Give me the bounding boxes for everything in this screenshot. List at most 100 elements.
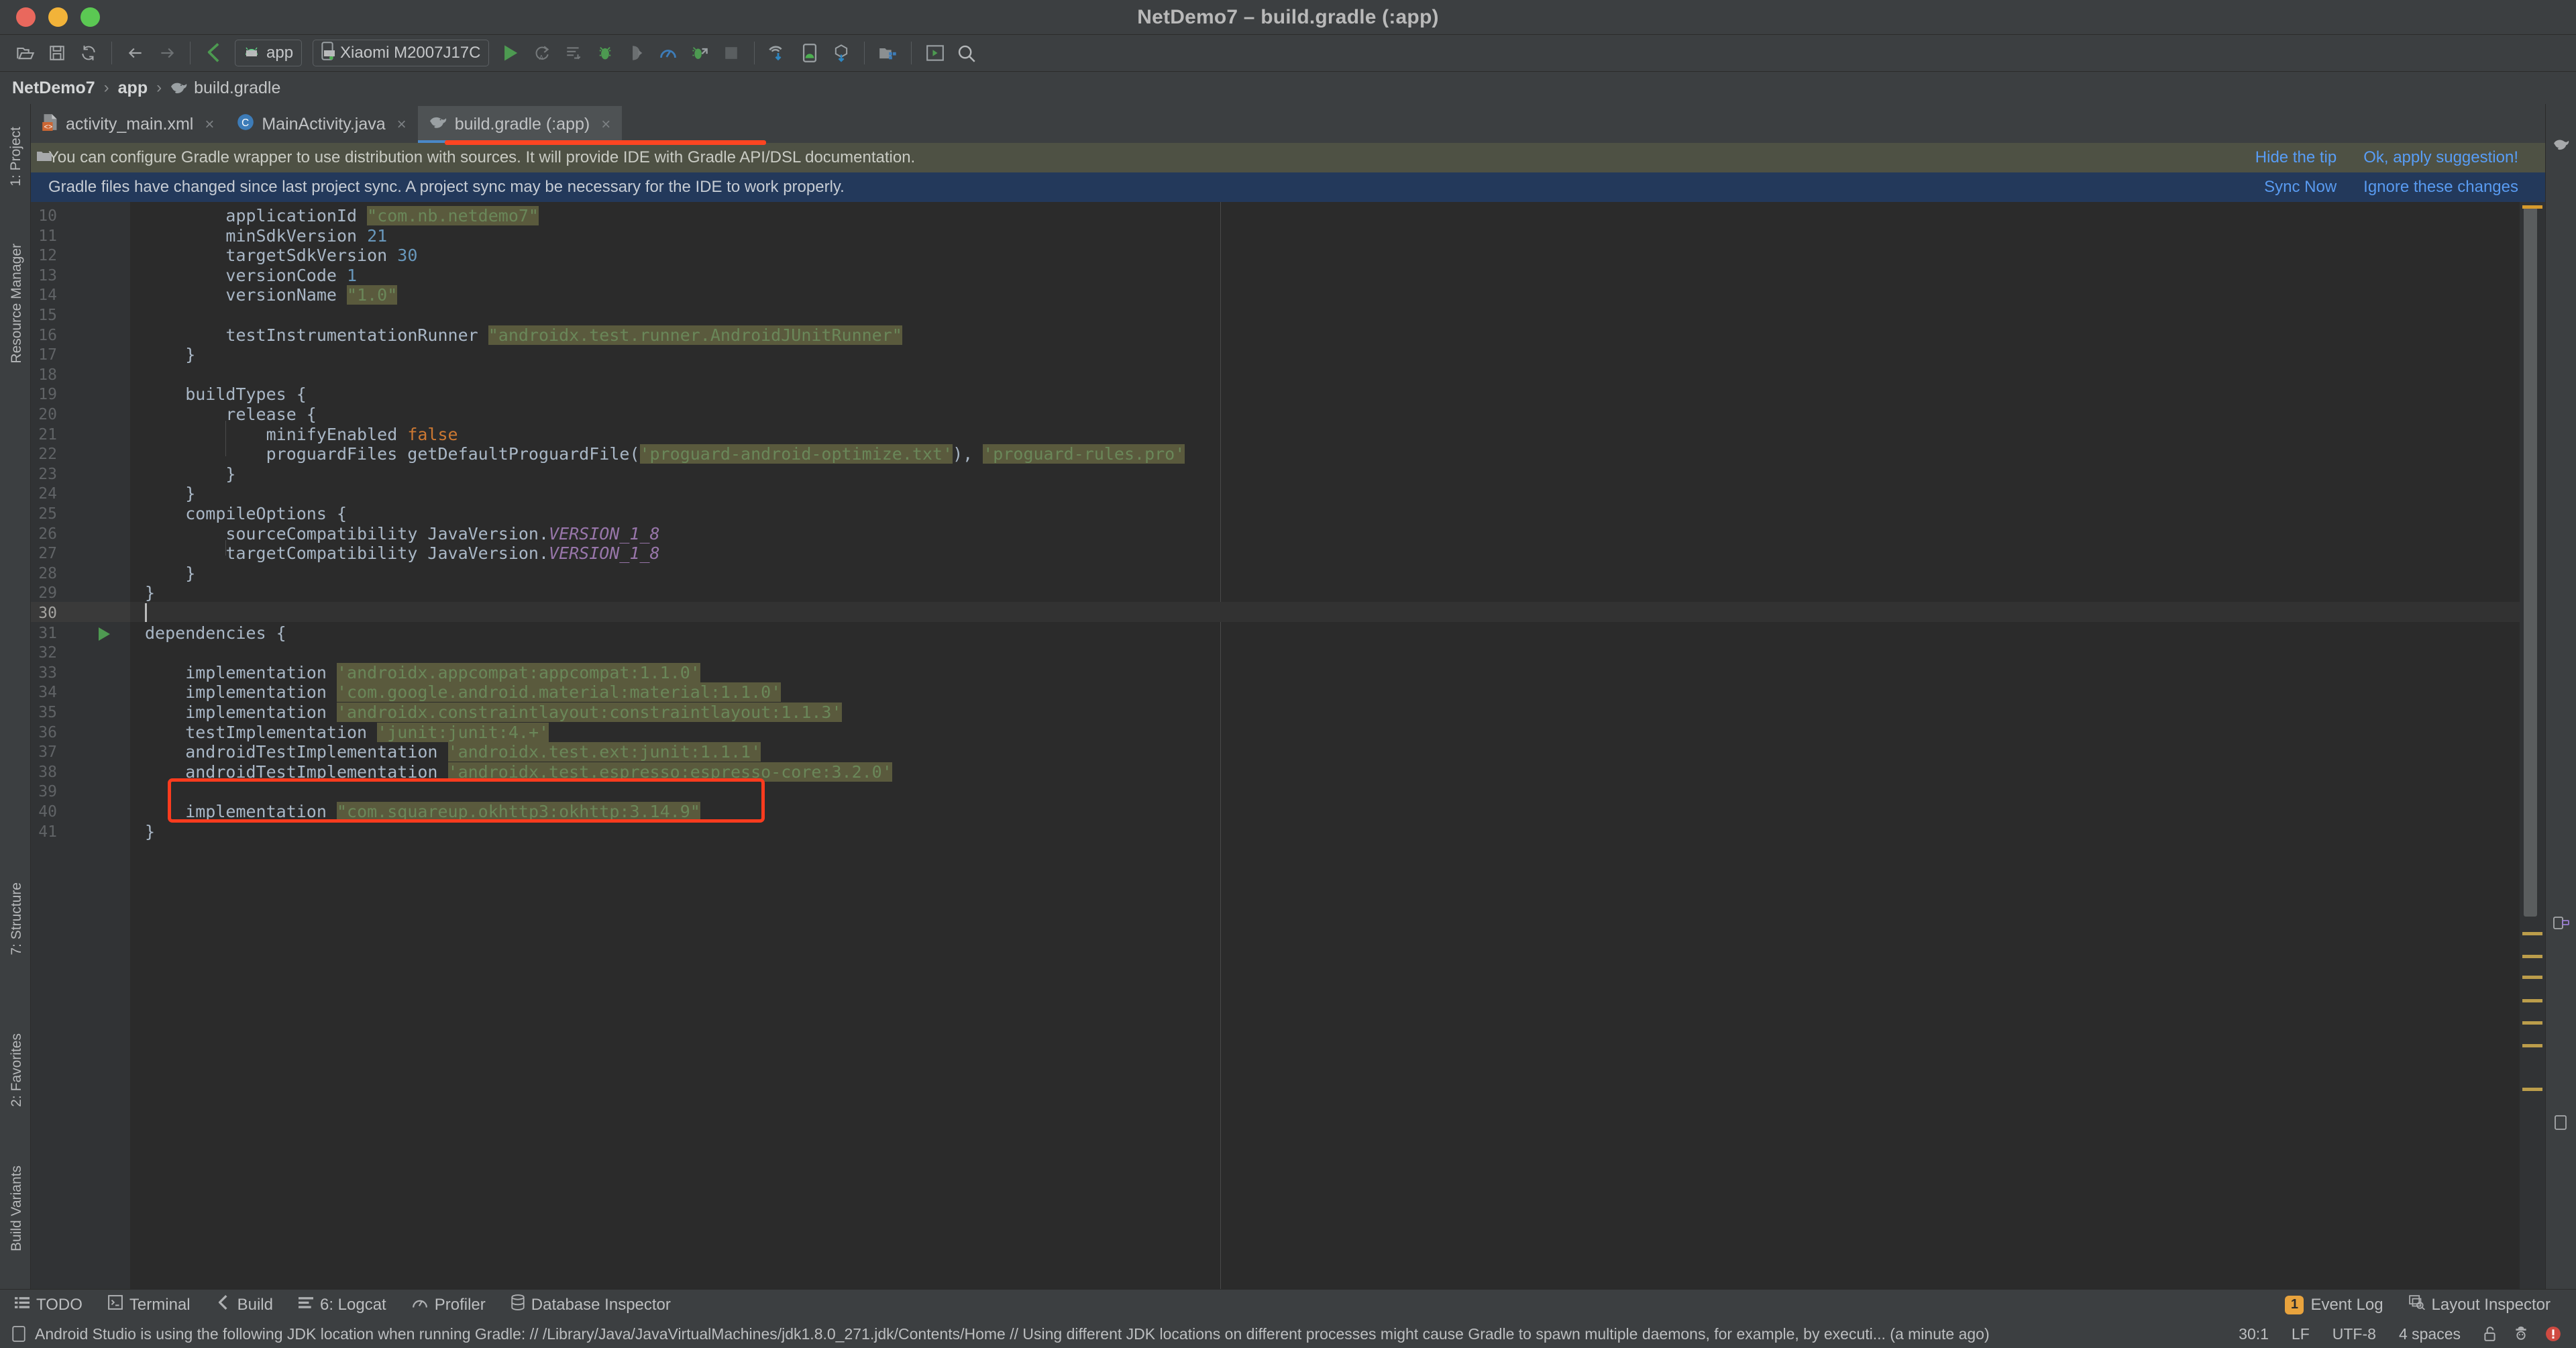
sidebar-item-project[interactable]: 1: Project bbox=[0, 127, 52, 187]
editor-gutter[interactable]: 10 11 12 13 14 15 16 17 18 19 20 21 22 23 24 25 26 27 28 29… bbox=[31, 202, 141, 1289]
hector-inspection-icon[interactable] bbox=[2514, 1326, 2528, 1342]
close-icon[interactable]: × bbox=[397, 115, 407, 134]
sdk-manager-icon[interactable] bbox=[825, 38, 857, 69]
code-line[interactable]: buildTypes { bbox=[185, 384, 307, 405]
code-line[interactable]: minifyEnabled false bbox=[266, 425, 458, 445]
warning-marker[interactable] bbox=[2522, 1044, 2542, 1047]
code-line[interactable]: } bbox=[185, 564, 195, 584]
code-line[interactable]: targetSdkVersion 30 bbox=[225, 246, 417, 266]
run-anything-icon[interactable] bbox=[919, 38, 951, 69]
search-icon[interactable] bbox=[951, 38, 982, 69]
gradle-sync-icon[interactable] bbox=[762, 38, 794, 69]
run-icon[interactable] bbox=[494, 38, 526, 69]
bottom-tool-database-inspector[interactable]: Database Inspector bbox=[511, 1294, 671, 1315]
project-structure-icon[interactable] bbox=[872, 38, 904, 69]
code-line[interactable]: versionName "1.0" bbox=[225, 285, 398, 305]
memory-indicator-icon[interactable] bbox=[12, 1326, 25, 1342]
bottom-tool-build[interactable]: Build bbox=[216, 1294, 273, 1315]
warning-marker[interactable] bbox=[2522, 1088, 2542, 1091]
sync-icon[interactable] bbox=[72, 38, 104, 69]
warning-marker[interactable] bbox=[2522, 955, 2542, 958]
bottom-tool-terminal[interactable]: Terminal bbox=[108, 1295, 191, 1314]
code-line[interactable]: testInstrumentationRunner "androidx.test… bbox=[225, 325, 902, 346]
debug-icon[interactable] bbox=[589, 38, 621, 69]
warning-marker[interactable] bbox=[2522, 999, 2542, 1002]
code-line[interactable]: dependencies { bbox=[145, 623, 286, 643]
code-line[interactable]: sourceCompatibility JavaVersion.VERSION_… bbox=[225, 524, 659, 544]
code-line[interactable]: compileOptions { bbox=[185, 504, 347, 524]
hide-the-tip-link[interactable]: Hide the tip bbox=[2255, 148, 2337, 167]
code-line[interactable]: proguardFiles getDefaultProguardFile('pr… bbox=[266, 444, 1185, 464]
save-all-icon[interactable] bbox=[41, 38, 72, 69]
sidebar-item-structure[interactable]: 7: Structure bbox=[0, 882, 52, 955]
back-arrow-icon[interactable] bbox=[119, 38, 151, 69]
apply-changes-icon[interactable]: A bbox=[526, 38, 557, 69]
code-line[interactable]: applicationId "com.nb.netdemo7" bbox=[225, 206, 539, 226]
close-icon[interactable]: × bbox=[205, 115, 214, 134]
sidebar-item-gradle[interactable]: Gradle bbox=[2546, 124, 2576, 166]
code-line[interactable]: minSdkVersion 21 bbox=[225, 226, 387, 246]
top-status-marker[interactable] bbox=[2522, 205, 2542, 209]
code-line[interactable]: release { bbox=[225, 405, 316, 425]
open-folder-icon[interactable] bbox=[9, 38, 41, 69]
layout-inspector-icon bbox=[2408, 1295, 2425, 1314]
warning-marker[interactable] bbox=[2522, 1021, 2542, 1025]
run-gutter-icon[interactable] bbox=[99, 627, 110, 641]
bottom-tool-todo[interactable]: TODO bbox=[15, 1296, 83, 1314]
caret-position[interactable]: 30:1 bbox=[2239, 1325, 2269, 1343]
code-editor[interactable]: 10 11 12 13 14 15 16 17 18 19 20 21 22 23 24 25 26 27 28 29… bbox=[31, 202, 2545, 1289]
code-line[interactable]: } bbox=[225, 464, 235, 484]
breadcrumb-item-file[interactable]: build.gradle bbox=[194, 79, 280, 98]
code-line[interactable]: } bbox=[145, 822, 155, 842]
code-line[interactable]: } bbox=[185, 484, 195, 504]
code-canvas[interactable]: applicationId "com.nb.netdemo7" minSdkVer… bbox=[130, 202, 2520, 1289]
code-line[interactable]: implementation 'com.google.android.mater… bbox=[185, 682, 782, 703]
bottom-tool-layout-inspector[interactable]: Layout Inspector bbox=[2408, 1295, 2551, 1314]
sidebar-item-device-file-explorer[interactable]: Device File Explorer bbox=[2546, 1060, 2576, 1186]
code-line[interactable]: } bbox=[145, 583, 155, 603]
bottom-tool-terminal-label: Terminal bbox=[129, 1295, 191, 1314]
code-line[interactable]: } bbox=[185, 345, 195, 365]
sidebar-item-emulator[interactable]: Emulator bbox=[2546, 896, 2576, 952]
device-selector[interactable]: Xiaomi M2007J17C bbox=[313, 40, 490, 66]
code-line[interactable]: versionCode 1 bbox=[225, 266, 357, 286]
ignore-changes-link[interactable]: Ignore these changes bbox=[2363, 178, 2518, 197]
attach-debugger-icon[interactable] bbox=[621, 38, 652, 69]
breadcrumb-item-module[interactable]: app bbox=[118, 79, 148, 98]
tab-activity-main-xml[interactable]: <> activity_main.xml × bbox=[31, 106, 225, 143]
bottom-tool-event-log[interactable]: 1 Event Log bbox=[2285, 1295, 2383, 1314]
forward-arrow-icon[interactable] bbox=[151, 38, 182, 69]
warning-marker[interactable] bbox=[2522, 932, 2542, 935]
sidebar-item-favorites[interactable]: 2: Favorites bbox=[0, 1033, 53, 1107]
line-separator[interactable]: LF bbox=[2292, 1325, 2310, 1343]
bottom-tool-profiler[interactable]: Profiler bbox=[412, 1296, 486, 1314]
profiler-icon[interactable] bbox=[652, 38, 684, 69]
code-line[interactable]: implementation 'androidx.constraintlayou… bbox=[185, 703, 842, 723]
tab-main-activity-java[interactable]: C MainActivity.java × bbox=[225, 106, 417, 143]
bottom-tool-logcat[interactable]: 6: Logcat bbox=[298, 1296, 386, 1314]
indent-setting[interactable]: 4 spaces bbox=[2399, 1325, 2461, 1343]
debug-attach-icon[interactable] bbox=[684, 38, 715, 69]
avd-manager-icon[interactable] bbox=[794, 38, 825, 69]
code-token-plain: testImplementation bbox=[185, 722, 378, 742]
status-message[interactable]: Android Studio is using the following JD… bbox=[35, 1325, 1990, 1343]
android-studio-icon[interactable] bbox=[198, 38, 229, 69]
sidebar-item-build-variants[interactable]: Build Variants bbox=[0, 1165, 52, 1251]
code-line[interactable]: testImplementation 'junit:junit:4.+' bbox=[185, 722, 549, 743]
code-line[interactable]: targetCompatibility JavaVersion.VERSION_… bbox=[225, 543, 659, 564]
module-selector[interactable]: app bbox=[235, 40, 303, 66]
tab-build-gradle-app[interactable]: build.gradle (:app) × bbox=[417, 106, 767, 145]
editor-marker-track[interactable] bbox=[2520, 202, 2545, 1289]
sync-now-link[interactable]: Sync Now bbox=[2264, 178, 2337, 197]
lock-open-icon[interactable] bbox=[2483, 1326, 2497, 1342]
warning-marker[interactable] bbox=[2522, 976, 2542, 979]
apply-suggestion-link[interactable]: Ok, apply suggestion! bbox=[2363, 148, 2518, 167]
code-line[interactable]: implementation 'androidx.appcompat:appco… bbox=[185, 662, 700, 683]
code-line[interactable]: androidTestImplementation 'androidx.test… bbox=[185, 742, 761, 762]
file-encoding[interactable]: UTF-8 bbox=[2332, 1325, 2376, 1343]
editor-scrollbar-thumb[interactable] bbox=[2524, 205, 2537, 917]
close-icon[interactable]: × bbox=[601, 115, 610, 134]
breadcrumb-item-project[interactable]: NetDemo7 bbox=[12, 79, 95, 98]
apply-code-changes-icon[interactable] bbox=[557, 38, 589, 69]
error-badge-icon[interactable] bbox=[2545, 1326, 2561, 1342]
